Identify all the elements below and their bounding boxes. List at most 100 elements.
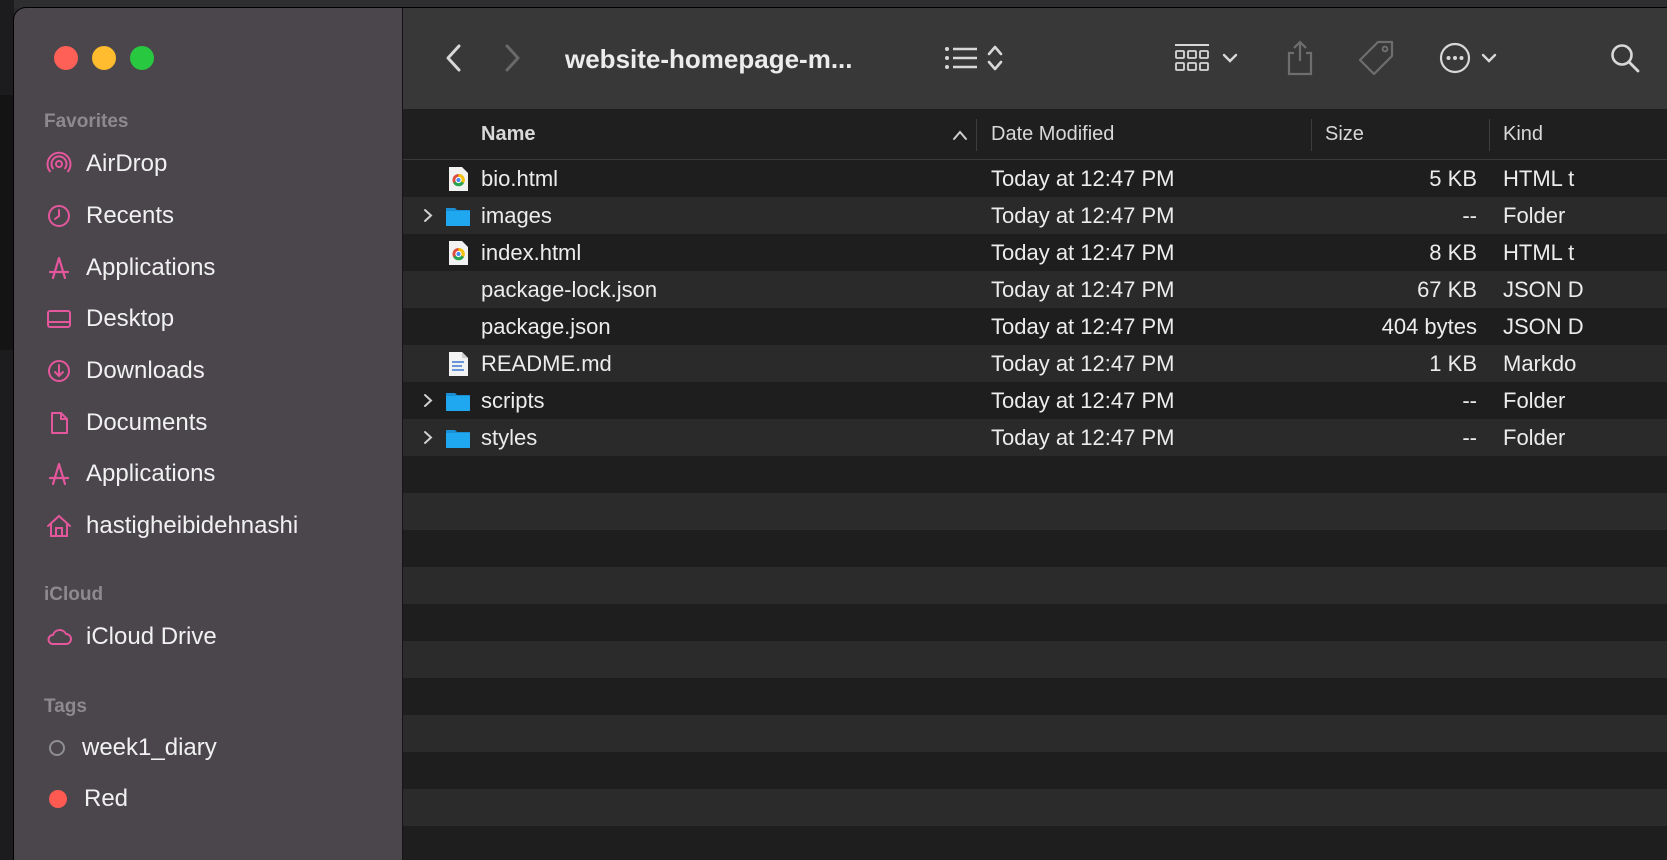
sidebar-item-hastigheibidehnashi[interactable]: hastigheibidehnashi: [44, 508, 374, 544]
table-row[interactable]: README.md Today at 12:47 PM 1 KB Markdo: [403, 345, 1667, 382]
back-button[interactable]: [443, 38, 465, 78]
folder-icon: [445, 388, 471, 414]
home-icon: [44, 511, 74, 541]
minimize-window-button[interactable]: [92, 46, 116, 70]
sidebar-item-applications[interactable]: Applications: [44, 250, 374, 286]
toolbar: website-homepage-m...: [403, 8, 1667, 110]
column-header-size[interactable]: Size: [1325, 123, 1364, 146]
file-date-modified: Today at 12:47 PM: [991, 351, 1175, 376]
tags-header: Tags: [44, 696, 87, 717]
sidebar-item-recents[interactable]: Recents: [44, 198, 374, 234]
empty-row: [403, 530, 1667, 567]
file-date-modified: Today at 12:47 PM: [991, 314, 1175, 339]
sort-ascending-icon: [953, 130, 967, 140]
file-size: 5 KB: [1429, 166, 1477, 191]
sidebar-item-label: Applications: [86, 254, 216, 281]
folder-icon: [445, 425, 471, 451]
icloud-header: iCloud: [44, 584, 104, 605]
table-row[interactable]: package.json Today at 12:47 PM 404 bytes JS…: [403, 308, 1667, 345]
column-header-name[interactable]: Name: [481, 123, 535, 146]
sidebar-item-label: Downloads: [86, 357, 205, 384]
table-row[interactable]: index.html Today at 12:47 PM 8 KB HTML t: [403, 234, 1667, 271]
column-header-date[interactable]: Date Modified: [991, 123, 1114, 146]
file-name: styles: [481, 425, 538, 450]
sidebar: Favorites iCloud Tags AirDrop Recents Appl…: [14, 8, 403, 860]
forward-button[interactable]: [501, 38, 523, 78]
table-row[interactable]: package-lock.json Today at 12:47 PM 67 KB J…: [403, 271, 1667, 308]
sidebar-item-label: Desktop: [86, 305, 175, 332]
file-size: --: [1462, 388, 1477, 413]
empty-row: [403, 752, 1667, 789]
empty-row: [403, 493, 1667, 530]
file-date-modified: Today at 12:47 PM: [991, 166, 1175, 191]
table-row[interactable]: styles Today at 12:47 PM -- Folder: [403, 419, 1667, 456]
background-desktop: [0, 0, 14, 860]
list-view-icon: [945, 47, 977, 69]
html-file-icon: [445, 240, 471, 266]
sidebar-item-label: Documents: [86, 409, 208, 436]
sidebar-item-label: week1_diary: [82, 734, 217, 761]
file-size: 1 KB: [1429, 351, 1477, 376]
empty-row: [403, 641, 1667, 678]
tag-icon: [1358, 40, 1394, 76]
empty-row: [403, 715, 1667, 752]
tag-color-dot-icon: [49, 790, 67, 808]
sidebar-item-applications[interactable]: Applications: [44, 456, 374, 492]
file-size: --: [1462, 203, 1477, 228]
search-button[interactable]: [1609, 38, 1641, 78]
file-browser: website-homepage-m... Name Date Modified…: [403, 8, 1667, 860]
file-name: bio.html: [481, 166, 559, 191]
share-button[interactable]: [1285, 38, 1315, 78]
sidebar-tag-week1-diary[interactable]: week1_diary: [44, 730, 374, 766]
favorites-header: Favorites: [44, 111, 129, 132]
applications-icon: [44, 459, 74, 489]
table-row[interactable]: images Today at 12:47 PM -- Folder: [403, 197, 1667, 234]
sidebar-tag-red[interactable]: Red: [44, 781, 374, 817]
close-window-button[interactable]: [54, 46, 78, 70]
column-separator[interactable]: [1489, 119, 1490, 151]
chevron-left-icon: [446, 44, 461, 72]
file-kind: Folder: [1503, 425, 1566, 450]
empty-row: [403, 604, 1667, 641]
column-separator[interactable]: [976, 119, 977, 151]
sidebar-item-documents[interactable]: Documents: [44, 405, 374, 441]
grid-group-icon: [1175, 44, 1209, 71]
file-date-modified: Today at 12:47 PM: [991, 277, 1175, 302]
tag-button[interactable]: [1356, 38, 1396, 78]
chevron-down-icon: [1222, 53, 1238, 63]
folder-icon: [445, 203, 471, 229]
file-kind: HTML t: [1503, 166, 1575, 191]
file-size: 8 KB: [1429, 240, 1477, 265]
empty-row: [403, 789, 1667, 826]
file-kind: HTML t: [1503, 240, 1575, 265]
sidebar-item-airdrop[interactable]: AirDrop: [44, 146, 374, 182]
up-down-chevron-icon: [987, 45, 1003, 71]
clock-icon: [44, 201, 74, 231]
group-button[interactable]: [1173, 38, 1239, 78]
table-row[interactable]: scripts Today at 12:47 PM -- Folder: [403, 382, 1667, 419]
view-options-button[interactable]: [943, 38, 1005, 78]
sidebar-item-label: Red: [84, 785, 129, 812]
airdrop-icon: [44, 149, 74, 179]
column-separator[interactable]: [1311, 119, 1312, 151]
column-header-kind[interactable]: Kind: [1503, 123, 1543, 146]
table-row[interactable]: bio.html Today at 12:47 PM 5 KB HTML t: [403, 160, 1667, 197]
more-actions-button[interactable]: [1438, 38, 1498, 78]
html-file-icon: [445, 166, 471, 192]
file-list: bio.html Today at 12:47 PM 5 KB HTML t image…: [403, 160, 1667, 860]
file-kind: Folder: [1503, 388, 1566, 413]
sidebar-item-label: AirDrop: [86, 150, 168, 177]
column-header-bar: Name Date Modified Size Kind: [403, 109, 1667, 160]
background-window-edge: [0, 0, 1667, 8]
share-icon: [1287, 40, 1313, 76]
background-window: [0, 95, 14, 350]
file-size: --: [1462, 425, 1477, 450]
sidebar-item-icloud-drive[interactable]: iCloud Drive: [44, 619, 374, 655]
chevron-down-icon: [1481, 53, 1497, 63]
file-kind: JSON D: [1503, 277, 1584, 302]
sidebar-item-label: Applications: [86, 460, 216, 487]
zoom-window-button[interactable]: [130, 46, 154, 70]
sidebar-item-downloads[interactable]: Downloads: [44, 353, 374, 389]
sidebar-item-desktop[interactable]: Desktop: [44, 301, 374, 337]
file-kind: JSON D: [1503, 314, 1584, 339]
